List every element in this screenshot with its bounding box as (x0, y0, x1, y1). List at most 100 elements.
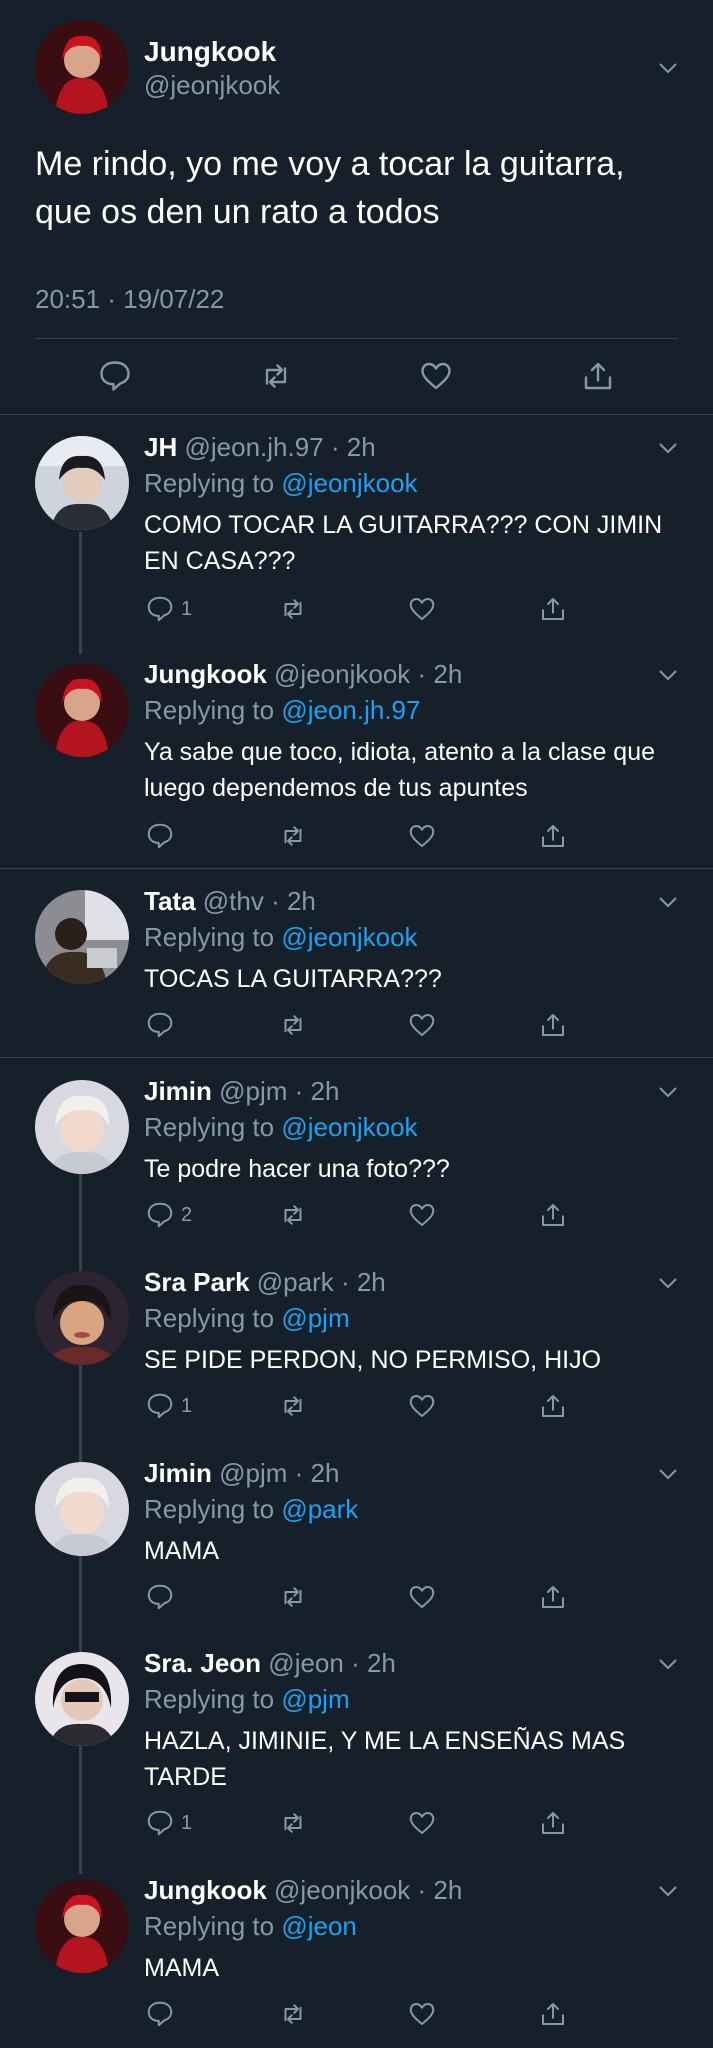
chevron-down-icon[interactable] (656, 1879, 680, 1903)
avatar[interactable] (35, 436, 129, 530)
chevron-down-icon[interactable] (656, 1652, 680, 1676)
chevron-down-icon[interactable] (656, 436, 680, 460)
replying-to-label: Replying to (144, 1494, 282, 1524)
reply-icon[interactable] (145, 1200, 175, 1230)
retweet-icon[interactable] (278, 1808, 308, 1838)
replying-to-handle[interactable]: @park (281, 1494, 358, 1524)
user-handle[interactable]: @jeonjkook (144, 70, 280, 101)
share-icon[interactable] (538, 1999, 568, 2029)
reply-count: 1 (181, 1395, 193, 1417)
replying-to-label: Replying to (144, 1112, 282, 1142)
reply-author-name[interactable]: Sra Park (144, 1267, 250, 1297)
like-icon[interactable] (407, 1200, 437, 1230)
replying-to-label: Replying to (144, 1911, 282, 1941)
reply-author-name[interactable]: Jimin (144, 1458, 212, 1488)
reply-text: MAMA (144, 1954, 219, 1982)
tweet-timestamp[interactable]: 20:51 · 19/07/22 (35, 284, 224, 315)
tweet-text: Me rindo, yo me voy a tocar la guitarra,… (35, 145, 625, 231)
like-icon[interactable] (407, 1808, 437, 1838)
share-icon[interactable] (580, 358, 616, 394)
reply-icon[interactable] (145, 1808, 175, 1838)
reply-count: 1 (181, 598, 193, 620)
avatar[interactable] (35, 1462, 129, 1556)
avatar[interactable] (35, 1879, 129, 1973)
reply-tweet[interactable]: JH @jeon.jh.97 · 2h Replying to @jeonjko… (0, 432, 713, 642)
replying-to-label: Replying to (144, 1303, 282, 1333)
reply-text: MAMA (144, 1537, 219, 1565)
reply-tweet[interactable]: Jungkook @jeonjkook · 2h Replying to @je… (0, 1875, 713, 2045)
avatar[interactable] (35, 1652, 129, 1746)
reply-icon[interactable] (145, 1010, 175, 1040)
reply-text: SE PIDE PERDON, NO PERMISO, HIJO (144, 1346, 602, 1374)
reply-handle-time: @jeonjkook · 2h (274, 1875, 463, 1905)
retweet-icon[interactable] (278, 1010, 308, 1040)
reply-icon[interactable] (97, 358, 133, 394)
reply-author-name[interactable]: Jungkook (144, 1875, 267, 1905)
share-icon[interactable] (538, 1391, 568, 1421)
share-icon[interactable] (538, 1808, 568, 1838)
like-icon[interactable] (407, 594, 437, 624)
reply-tweet[interactable]: Sra Park @park · 2h Replying to @pjm SE … (0, 1267, 713, 1437)
reply-icon[interactable] (145, 594, 175, 624)
reply-icon[interactable] (145, 1391, 175, 1421)
reply-author-name[interactable]: JH (144, 432, 177, 462)
reply-handle-time: @jeon · 2h (268, 1648, 396, 1678)
replying-to-label: Replying to (144, 1684, 282, 1714)
avatar[interactable] (35, 1271, 129, 1365)
reply-icon[interactable] (145, 821, 175, 851)
reply-icon[interactable] (145, 1582, 175, 1612)
reply-tweet[interactable]: Jimin @pjm · 2h Replying to @jeonjkook T… (0, 1076, 713, 1246)
reply-tweet[interactable]: Jimin @pjm · 2h Replying to @park MAMA (0, 1458, 713, 1628)
chevron-down-icon[interactable] (656, 1462, 680, 1486)
chevron-down-icon[interactable] (656, 1271, 680, 1295)
avatar[interactable] (35, 20, 129, 114)
share-icon[interactable] (538, 594, 568, 624)
avatar[interactable] (35, 1080, 129, 1174)
like-icon[interactable] (407, 1391, 437, 1421)
reply-text: Ya sabe que toco, idiota, atento a la cl… (144, 738, 656, 802)
avatar[interactable] (35, 663, 129, 757)
replying-to-handle[interactable]: @jeonjkook (281, 922, 417, 952)
reply-author-name[interactable]: Tata (144, 886, 196, 916)
reply-count: 2 (181, 1204, 193, 1226)
reply-handle-time: @pjm · 2h (219, 1458, 340, 1488)
like-icon[interactable] (407, 1582, 437, 1612)
chevron-down-icon[interactable] (656, 1080, 680, 1104)
retweet-icon[interactable] (278, 1999, 308, 2029)
reply-tweet[interactable]: Tata @thv · 2h Replying to @jeonjkook TO… (0, 886, 713, 1058)
reply-icon[interactable] (145, 1999, 175, 2029)
retweet-icon[interactable] (278, 821, 308, 851)
display-name[interactable]: Jungkook (144, 36, 276, 68)
replying-to-handle[interactable]: @jeonjkook (281, 468, 417, 498)
like-icon[interactable] (407, 1010, 437, 1040)
retweet-icon[interactable] (278, 1200, 308, 1230)
like-icon[interactable] (418, 358, 454, 394)
replying-to-handle[interactable]: @jeonjkook (281, 1112, 417, 1142)
share-icon[interactable] (538, 1010, 568, 1040)
replying-to-handle[interactable]: @jeon.jh.97 (281, 695, 420, 725)
like-icon[interactable] (407, 821, 437, 851)
share-icon[interactable] (538, 1582, 568, 1612)
retweet-icon[interactable] (278, 594, 308, 624)
reply-tweet[interactable]: Jungkook @jeonjkook · 2h Replying to @je… (0, 659, 713, 869)
chevron-down-icon[interactable] (656, 56, 680, 80)
share-icon[interactable] (538, 1200, 568, 1230)
replying-to-handle[interactable]: @pjm (281, 1303, 349, 1333)
reply-author-name[interactable]: Jimin (144, 1076, 212, 1106)
main-tweet: Jungkook @jeonjkook Me rindo, yo me voy … (0, 0, 713, 415)
retweet-icon[interactable] (278, 1582, 308, 1612)
avatar[interactable] (35, 890, 129, 984)
replying-to-handle[interactable]: @jeon (281, 1911, 357, 1941)
reply-text: TOCAS LA GUITARRA??? (144, 965, 442, 993)
retweet-icon[interactable] (258, 358, 294, 394)
reply-author-name[interactable]: Sra. Jeon (144, 1648, 261, 1678)
like-icon[interactable] (407, 1999, 437, 2029)
reply-tweet[interactable]: Sra. Jeon @jeon · 2h Replying to @pjm HA… (0, 1648, 713, 1854)
reply-author-name[interactable]: Jungkook (144, 659, 267, 689)
replying-to-label: Replying to (144, 468, 282, 498)
replying-to-handle[interactable]: @pjm (281, 1684, 349, 1714)
share-icon[interactable] (538, 821, 568, 851)
chevron-down-icon[interactable] (656, 890, 680, 914)
chevron-down-icon[interactable] (656, 663, 680, 687)
retweet-icon[interactable] (278, 1391, 308, 1421)
